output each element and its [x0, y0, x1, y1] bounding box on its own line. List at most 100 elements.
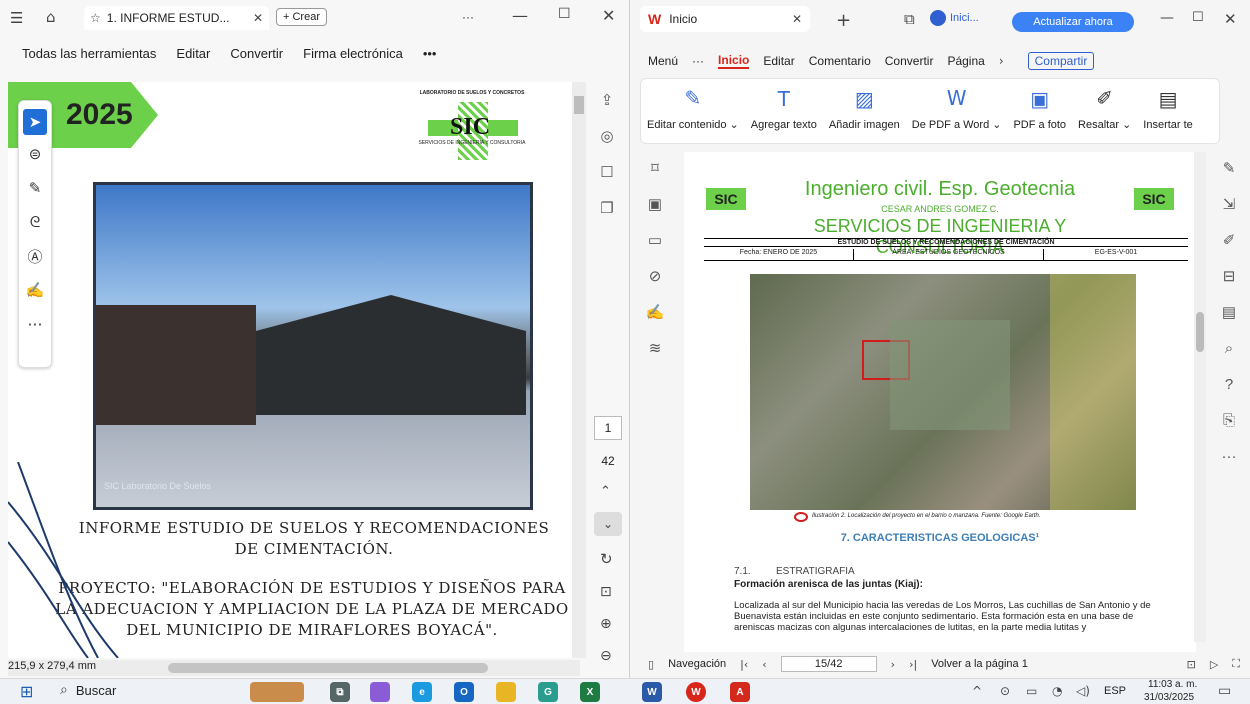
compare-icon[interactable]: ⊟: [1212, 258, 1246, 294]
task-view-icon[interactable]: ⧉: [330, 682, 350, 702]
menu-esign[interactable]: Firma electrónica: [303, 46, 403, 61]
tab-close-icon[interactable]: ✕: [792, 12, 802, 26]
document-tab[interactable]: ☆ 1. INFORME ESTUD... ✕: [84, 6, 269, 30]
lasso-tool-icon[interactable]: ᘓ: [19, 205, 51, 239]
wps-taskbar-icon[interactable]: W: [686, 682, 706, 702]
menu-editar[interactable]: Editar: [763, 54, 794, 68]
more-options[interactable]: ···: [462, 10, 474, 24]
rotate-icon[interactable]: ↻: [600, 550, 613, 568]
maximize-icon[interactable]: ☐: [1192, 10, 1204, 25]
language-indicator[interactable]: ESP: [1104, 685, 1126, 697]
clock-date[interactable]: 31/03/2025: [1144, 692, 1194, 703]
pen-tool-icon[interactable]: ✎: [19, 171, 51, 205]
tray-chevron-icon[interactable]: ^: [972, 684, 982, 698]
fit-page-icon[interactable]: ⊡: [600, 584, 612, 600]
export-icon[interactable]: ⇪: [590, 82, 624, 118]
highlighter-icon[interactable]: ✐: [1212, 222, 1246, 258]
user-account[interactable]: Inici...: [930, 10, 979, 26]
translate-icon[interactable]: ⎘: [1212, 402, 1246, 438]
pdf-to-word-button[interactable]: W De PDF a Word ⌄: [906, 86, 1008, 143]
horizontal-scrollbar[interactable]: 215,9 x 279,4 mm: [8, 660, 580, 676]
comment-icon[interactable]: ▭: [638, 222, 672, 258]
close-icon[interactable]: ✕: [1224, 10, 1237, 28]
menu-convert[interactable]: Convertir: [230, 46, 283, 61]
help-icon[interactable]: ?: [1212, 366, 1246, 402]
maximize-icon[interactable]: ☐: [558, 6, 571, 22]
comment-tool-icon[interactable]: ⊜: [19, 137, 51, 171]
menu-more[interactable]: •••: [423, 46, 437, 61]
menu-more[interactable]: ···: [692, 54, 704, 68]
excel-icon[interactable]: X: [580, 682, 600, 702]
wps-home-tab[interactable]: W Inicio ✕: [640, 6, 810, 32]
chrome-icon[interactable]: G: [538, 682, 558, 702]
insert-text-button[interactable]: ▤ Insertar te: [1137, 87, 1199, 143]
hamburger-icon[interactable]: ☰: [10, 9, 23, 27]
file-explorer-icon[interactable]: [496, 682, 516, 702]
page-down-icon[interactable]: ⌄: [594, 512, 622, 536]
attachment-icon[interactable]: ⊘: [638, 258, 672, 294]
menu-next-icon[interactable]: ›: [999, 54, 1004, 68]
menu-comentario[interactable]: Comentario: [809, 54, 871, 68]
copilot-icon[interactable]: ◎: [590, 118, 624, 154]
form-icon[interactable]: ▤: [1212, 294, 1246, 330]
navigation-label[interactable]: Navegación: [668, 658, 726, 670]
outlook-icon[interactable]: O: [454, 682, 474, 702]
edit-icon[interactable]: ✎: [1212, 150, 1246, 186]
search-highlight-image[interactable]: [250, 682, 304, 702]
thumbnail-icon[interactable]: ▣: [638, 186, 672, 222]
more-tools-icon[interactable]: ⋯: [19, 307, 51, 341]
wifi-icon[interactable]: ◔: [1052, 684, 1062, 698]
text-tool-icon[interactable]: Ⓐ: [19, 239, 51, 273]
new-tab-icon[interactable]: +: [836, 10, 851, 31]
highlight-button[interactable]: ✐ Resaltar ⌄: [1072, 86, 1137, 143]
vertical-scrollbar[interactable]: [572, 82, 586, 658]
back-to-page-one[interactable]: Volver a la página 1: [931, 658, 1028, 670]
menu-edit[interactable]: Editar: [176, 46, 210, 61]
home-icon[interactable]: ⌂: [46, 8, 56, 26]
notification-icon[interactable]: ▭: [1218, 683, 1231, 699]
menu-inicio[interactable]: Inicio: [718, 53, 750, 69]
volume-icon[interactable]: ◁): [1076, 684, 1090, 698]
zoom-in-icon[interactable]: ⊕: [600, 616, 612, 632]
first-page-icon[interactable]: |‹: [740, 658, 748, 671]
fullscreen-icon[interactable]: ⛶: [1232, 657, 1240, 671]
share-button[interactable]: Compartir: [1027, 52, 1095, 70]
draw-tool-icon[interactable]: ✍: [19, 273, 51, 307]
minimize-icon[interactable]: —: [512, 6, 528, 25]
add-text-button[interactable]: T Agregar texto: [745, 87, 823, 143]
select-tool-icon[interactable]: ➤: [23, 109, 47, 135]
more-icon[interactable]: ···: [1212, 438, 1246, 474]
wps-vertical-scrollbar[interactable]: [1194, 152, 1206, 642]
tray-app-icon[interactable]: ⊙: [1000, 684, 1010, 698]
page-up-icon[interactable]: ⌃: [600, 484, 611, 499]
update-button[interactable]: Actualizar ahora: [1012, 12, 1134, 32]
layers-icon[interactable]: ≋: [638, 330, 672, 366]
navigation-icon[interactable]: ▯: [648, 658, 654, 671]
prev-page-icon[interactable]: ‹: [762, 658, 766, 671]
window-restore-icon[interactable]: ⧉: [904, 10, 915, 28]
page-indicator[interactable]: 15/42: [780, 656, 877, 672]
close-icon[interactable]: ✕: [602, 6, 615, 25]
signature-icon[interactable]: ✍: [638, 294, 672, 330]
edit-content-button[interactable]: ✎ Editar contenido ⌄: [641, 86, 745, 143]
zoom-out-icon[interactable]: ⊖: [600, 648, 612, 664]
windows-start-icon[interactable]: ⊞: [20, 682, 33, 701]
edge-icon[interactable]: e: [412, 682, 432, 702]
menu-button[interactable]: Menú: [648, 54, 678, 68]
acrobat-icon[interactable]: A: [730, 682, 750, 702]
next-page-icon[interactable]: ›: [891, 658, 895, 671]
export-icon[interactable]: ⇲: [1212, 186, 1246, 222]
page-number-input[interactable]: 1: [594, 416, 622, 440]
word-icon[interactable]: W: [642, 682, 662, 702]
minimize-icon[interactable]: —: [1160, 10, 1174, 26]
bookmark-icon[interactable]: ⌑: [638, 150, 672, 186]
pdf-to-photo-button[interactable]: ▣ PDF a foto: [1007, 87, 1072, 143]
comment-panel-icon[interactable]: ☐: [590, 154, 624, 190]
close-tab-icon[interactable]: ✕: [253, 11, 263, 25]
star-icon[interactable]: ☆: [90, 11, 101, 25]
read-mode-icon[interactable]: ⊡: [1187, 658, 1196, 671]
menu-pagina[interactable]: Página: [947, 54, 984, 68]
search-icon[interactable]: ⌕: [1212, 330, 1246, 366]
last-page-icon[interactable]: ›|: [909, 658, 917, 671]
tray-device-icon[interactable]: ▭: [1026, 684, 1037, 698]
